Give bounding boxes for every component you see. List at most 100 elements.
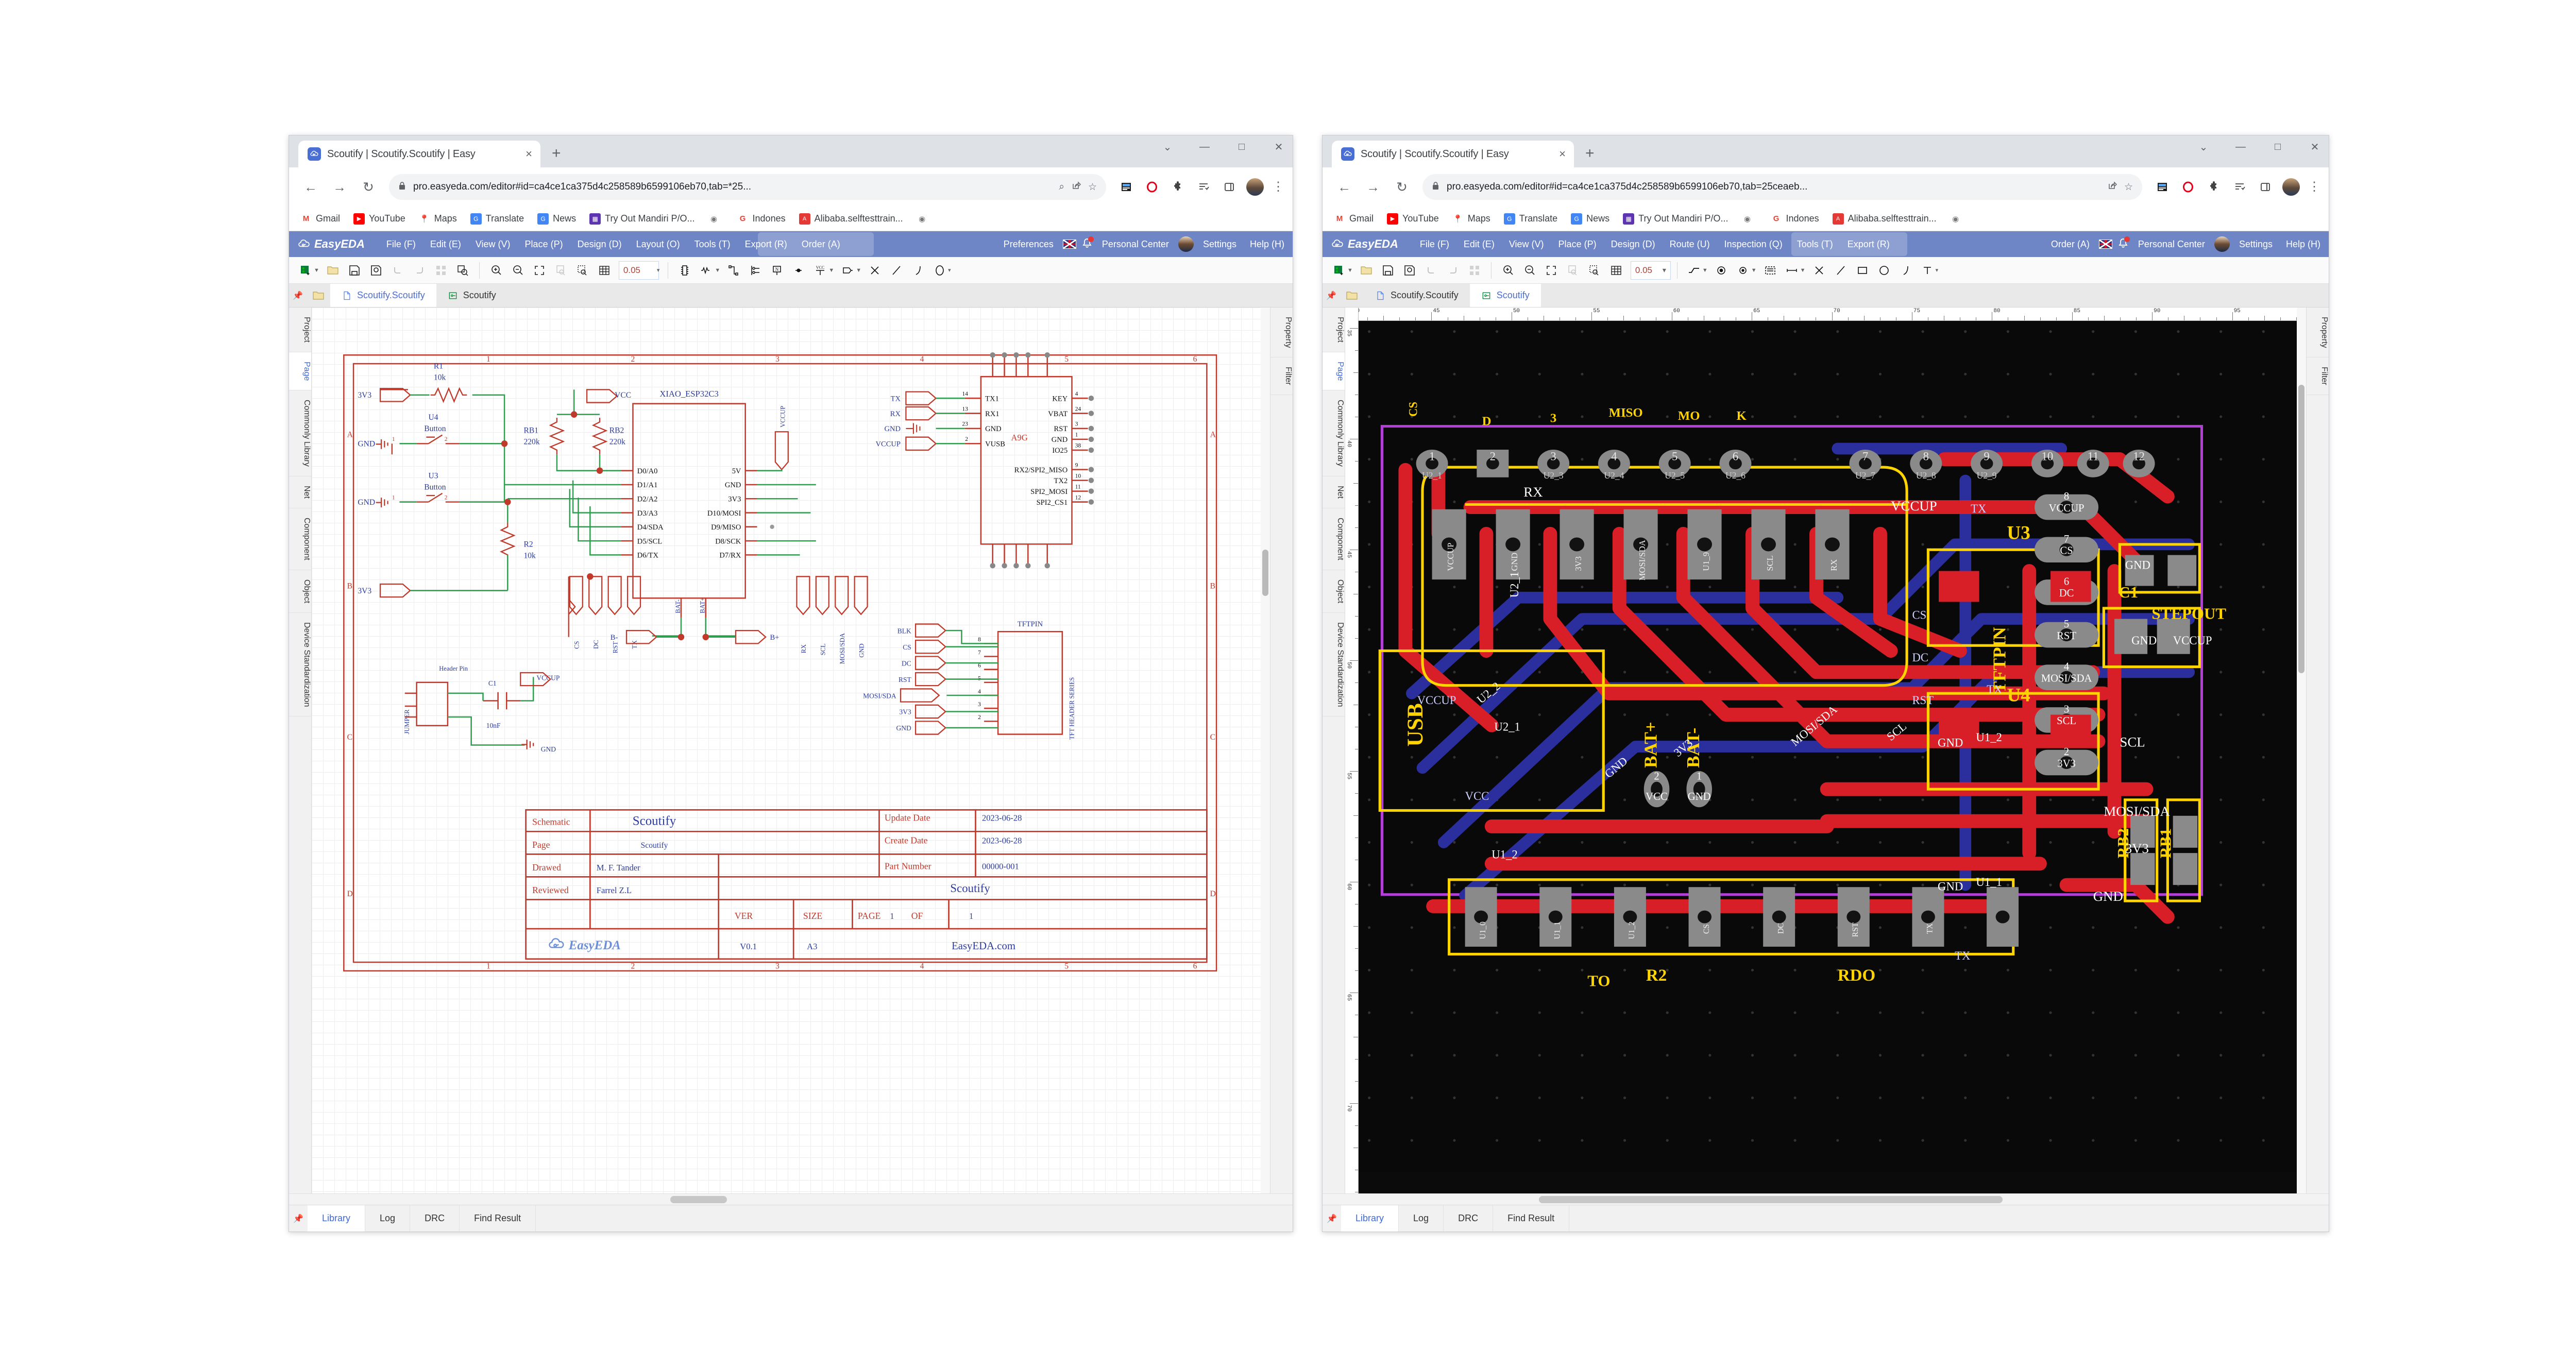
chevron-down-icon[interactable]: ▼: [856, 267, 861, 274]
menu-help[interactable]: Help (H): [2282, 239, 2325, 250]
doc-tab-scoutify[interactable]: Scoutify: [436, 284, 507, 307]
sidebar-item-net[interactable]: Net: [289, 476, 311, 508]
bookmark-news[interactable]: GNews: [537, 213, 576, 225]
fit-to-screen-icon[interactable]: [1541, 260, 1562, 281]
save-icon[interactable]: [344, 260, 365, 281]
place-resistor-icon[interactable]: [696, 260, 717, 281]
sidebar-item-component[interactable]: Component: [1323, 508, 1345, 570]
sidebar-item-commonly-library[interactable]: Commonly Library: [289, 390, 311, 476]
sidebar-item-filter[interactable]: Filter: [2307, 357, 2329, 395]
notification-bell-icon[interactable]: [1081, 237, 1093, 251]
fit-to-screen-icon[interactable]: [529, 260, 550, 281]
bottom-tab-drc[interactable]: DRC: [410, 1205, 460, 1232]
chevron-down-icon[interactable]: ▾: [948, 267, 951, 274]
draw-arc-icon[interactable]: [1895, 260, 1916, 281]
select-all-icon[interactable]: [1464, 260, 1485, 281]
back-button[interactable]: ←: [1331, 174, 1358, 200]
bottom-tab-find-result[interactable]: Find Result: [460, 1205, 536, 1232]
zoom-selection-icon[interactable]: [1584, 260, 1605, 281]
share-icon[interactable]: [1072, 181, 1081, 193]
place-power-icon[interactable]: VCC: [810, 260, 831, 281]
doc-tab-scoutify-pcb[interactable]: Scoutify: [1470, 284, 1541, 307]
forward-button[interactable]: →: [1360, 174, 1386, 200]
sidebar-extension-icon[interactable]: [2257, 178, 2274, 196]
close-icon[interactable]: ×: [1559, 148, 1566, 160]
share-icon[interactable]: [2108, 181, 2117, 193]
reload-button[interactable]: ↻: [1388, 174, 1415, 200]
grid-size-chevron-icon[interactable]: ▾: [657, 267, 660, 274]
sidebar-extension-icon[interactable]: [1221, 178, 1238, 196]
sidebar-item-net[interactable]: Net: [1323, 476, 1345, 508]
save-all-icon[interactable]: [366, 260, 386, 281]
schematic-canvas-wrapper[interactable]: 123 456 123 456 ABCD ABCD: [312, 307, 1270, 1193]
chrome-tab[interactable]: Scoutify | Scoutify.Scoutify | Easy ×: [298, 141, 540, 167]
sidebar-item-component[interactable]: Component: [289, 508, 311, 570]
address-bar[interactable]: pro.easyeda.com/editor#id=ca4ce1ca375d4c…: [389, 174, 1106, 200]
back-button[interactable]: ←: [297, 174, 324, 200]
maximize-button[interactable]: □: [1235, 141, 1248, 153]
doc-tab-scoutify-scoutify[interactable]: Scoutify.Scoutify: [1364, 284, 1470, 307]
bookmark-youtube[interactable]: ▶YouTube: [1387, 213, 1439, 225]
bookmark-maps[interactable]: 📍Maps: [419, 213, 457, 225]
place-wire-icon[interactable]: [723, 260, 744, 281]
user-avatar[interactable]: [1178, 236, 1194, 252]
bookmark-maps[interactable]: 📍Maps: [1452, 213, 1490, 225]
zoom-page-icon[interactable]: [1563, 260, 1583, 281]
bookmark-mandiri[interactable]: ▦Try Out Mandiri P/O...: [589, 213, 694, 225]
draw-circle-icon[interactable]: [929, 260, 950, 281]
chevron-down-icon[interactable]: ▼: [1347, 267, 1353, 274]
avatar[interactable]: [1246, 178, 1264, 196]
draw-line-icon[interactable]: [1831, 260, 1851, 281]
sidebar-item-object[interactable]: Object: [289, 570, 311, 613]
schematic-vertical-scrollbar[interactable]: [1261, 307, 1270, 1193]
sidebar-item-commonly-library[interactable]: Commonly Library: [1323, 390, 1345, 476]
pcb-horizontal-scrollbar[interactable]: [1323, 1193, 2329, 1205]
save-icon[interactable]: [1378, 260, 1398, 281]
sidebar-item-device-standardization[interactable]: Device Standardization: [1323, 613, 1345, 717]
grid-toggle-icon[interactable]: [1606, 260, 1626, 281]
bookmark-youtube[interactable]: ▶YouTube: [353, 213, 405, 225]
scrollbar-thumb[interactable]: [670, 1196, 727, 1203]
scrollbar-thumb[interactable]: [1539, 1196, 2003, 1203]
grid-size-input[interactable]: 0.05 ▾: [1631, 261, 1671, 280]
bookmark-globe-2[interactable]: ◉: [917, 213, 932, 225]
user-avatar[interactable]: [2214, 236, 2230, 252]
schematic-canvas[interactable]: 123 456 123 456 ABCD ABCD: [312, 307, 1270, 1193]
redo-icon[interactable]: [1443, 260, 1463, 281]
browser-menu-icon[interactable]: ⋮: [2308, 184, 2320, 190]
pin-icon[interactable]: 📌: [1323, 1205, 1341, 1232]
menu-settings[interactable]: Settings: [1199, 239, 1241, 250]
save-all-icon[interactable]: [1399, 260, 1420, 281]
bookmark-gmail[interactable]: MGmail: [300, 213, 340, 225]
bookmark-translate[interactable]: GTranslate: [1504, 213, 1557, 225]
bottom-tab-drc[interactable]: DRC: [1444, 1205, 1493, 1232]
menu-design[interactable]: Design (D): [1604, 239, 1663, 250]
chevron-down-icon[interactable]: ▼: [715, 267, 720, 274]
open-folder-icon[interactable]: [1356, 260, 1377, 281]
zoom-page-icon[interactable]: [551, 260, 571, 281]
bottom-tab-find-result[interactable]: Find Result: [1493, 1205, 1569, 1232]
opera-extension-icon[interactable]: [1143, 178, 1161, 196]
folder-icon[interactable]: [307, 284, 330, 307]
place-via-icon[interactable]: [1733, 260, 1753, 281]
bottom-tab-library[interactable]: Library: [1341, 1205, 1399, 1232]
bookmark-alibaba[interactable]: AAlibaba.selftesttrain...: [799, 213, 903, 225]
bookmark-gmail[interactable]: MGmail: [1334, 213, 1374, 225]
reading-list-icon[interactable]: [2231, 178, 2248, 196]
bookmark-globe-1[interactable]: ◉: [1742, 213, 1757, 225]
pin-icon[interactable]: 📌: [1323, 284, 1340, 307]
bookmark-globe-1[interactable]: ◉: [708, 213, 724, 225]
zoom-out-icon[interactable]: [507, 260, 528, 281]
route-track-icon[interactable]: [1684, 260, 1704, 281]
menu-inspection[interactable]: Inspection (Q): [1717, 239, 1790, 250]
address-bar[interactable]: pro.easyeda.com/editor#id=ca4ce1ca375d4c…: [1422, 174, 2142, 200]
sidebar-item-project[interactable]: Project: [1323, 307, 1345, 352]
puzzle-extension-icon[interactable]: [2205, 178, 2223, 196]
menu-file[interactable]: File (F): [1413, 239, 1456, 250]
grid-size-input[interactable]: 0.05: [619, 261, 659, 280]
chrome-tab[interactable]: Scoutify | Scoutify.Scoutify | Easy ×: [1332, 141, 1574, 167]
sidebar-item-filter[interactable]: Filter: [1270, 357, 1293, 395]
chevron-down-icon[interactable]: ▾: [1663, 266, 1666, 275]
draw-arc-icon[interactable]: [908, 260, 928, 281]
reload-button[interactable]: ↻: [355, 174, 382, 200]
